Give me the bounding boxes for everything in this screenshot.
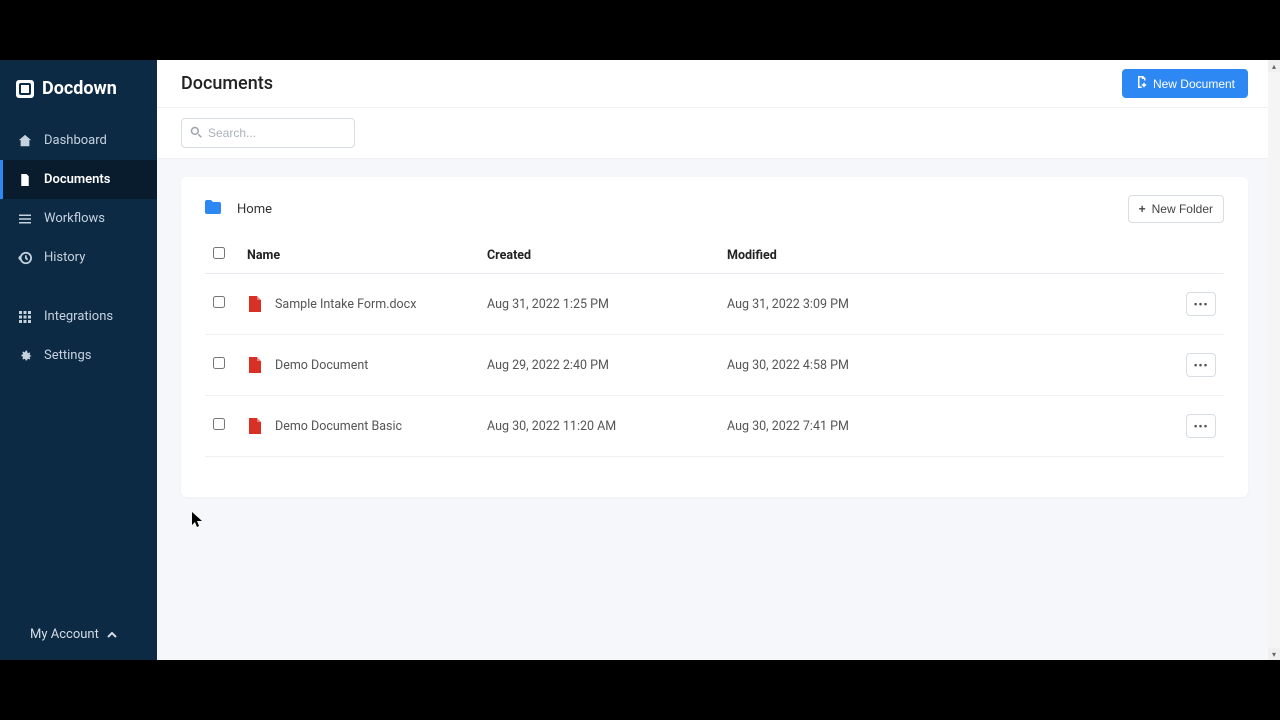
new-folder-label: New Folder: [1152, 202, 1213, 216]
file-name: Sample Intake Form.docx: [275, 297, 416, 312]
breadcrumb[interactable]: Home: [205, 200, 272, 218]
row-actions-button[interactable]: •••: [1186, 353, 1216, 377]
new-document-button[interactable]: New Document: [1122, 69, 1248, 98]
sidebar-item-settings[interactable]: Settings: [0, 336, 157, 375]
sidebar-item-label: Workflows: [44, 211, 105, 226]
row-actions-button[interactable]: •••: [1186, 414, 1216, 438]
my-account-toggle[interactable]: My Account: [0, 613, 157, 660]
pdf-icon: [247, 357, 261, 373]
breadcrumb-root: Home: [237, 202, 272, 217]
main: Documents New Document: [157, 60, 1272, 660]
table-row[interactable]: Demo Document Basic Aug 30, 2022 11:20 A…: [205, 396, 1224, 457]
file-modified: Aug 31, 2022 3:09 PM: [719, 274, 1164, 335]
content-area: Home + New Folder Name Created M: [157, 159, 1272, 660]
pdf-icon: [247, 296, 261, 312]
brand-name: Docdown: [42, 78, 117, 99]
sidebar-item-documents[interactable]: Documents: [0, 160, 157, 199]
documents-table: Name Created Modified: [205, 237, 1224, 457]
home-icon: [18, 134, 32, 148]
column-header-created[interactable]: Created: [479, 237, 719, 274]
column-header-name[interactable]: Name: [239, 237, 479, 274]
sidebar: Docdown Dashboard Documents Workflows: [0, 60, 157, 660]
file-created: Aug 31, 2022 1:25 PM: [479, 274, 719, 335]
scrollbar-track[interactable]: [1268, 72, 1280, 648]
search-box[interactable]: [181, 118, 355, 148]
documents-card: Home + New Folder Name Created M: [181, 177, 1248, 497]
search-input[interactable]: [208, 126, 363, 140]
file-modified: Aug 30, 2022 7:41 PM: [719, 396, 1164, 457]
table-row[interactable]: Sample Intake Form.docx Aug 31, 2022 1:2…: [205, 274, 1224, 335]
scrollbar-up[interactable]: ▴: [1268, 60, 1280, 72]
brand[interactable]: Docdown: [0, 60, 157, 121]
sidebar-item-integrations[interactable]: Integrations: [0, 297, 157, 336]
row-checkbox[interactable]: [213, 357, 225, 369]
file-created: Aug 29, 2022 2:40 PM: [479, 335, 719, 396]
new-document-icon: [1135, 76, 1147, 91]
file-modified: Aug 30, 2022 4:58 PM: [719, 335, 1164, 396]
scrollbar-down[interactable]: ▾: [1268, 648, 1280, 660]
plus-icon: +: [1139, 202, 1146, 216]
column-header-modified[interactable]: Modified: [719, 237, 1164, 274]
workflow-icon: [18, 213, 32, 225]
topbar: Documents New Document: [157, 60, 1272, 108]
folder-icon: [205, 200, 221, 218]
sidebar-item-label: Dashboard: [44, 133, 107, 148]
sidebar-item-label: History: [44, 250, 85, 265]
select-all-checkbox[interactable]: [213, 247, 225, 259]
file-name: Demo Document: [275, 358, 368, 373]
file-name: Demo Document Basic: [275, 419, 402, 434]
sidebar-item-history[interactable]: History: [0, 238, 157, 277]
gear-icon: [18, 349, 32, 362]
file-created: Aug 30, 2022 11:20 AM: [479, 396, 719, 457]
search-icon: [190, 126, 202, 141]
account-label: My Account: [30, 627, 99, 642]
grid-icon: [18, 311, 32, 323]
new-document-label: New Document: [1153, 77, 1235, 91]
searchbar: [157, 108, 1272, 159]
page-title: Documents: [181, 73, 273, 94]
table-row[interactable]: Demo Document Aug 29, 2022 2:40 PM Aug 3…: [205, 335, 1224, 396]
sidebar-item-label: Settings: [44, 348, 91, 363]
breadcrumb-row: Home + New Folder: [181, 189, 1248, 237]
file-icon: [18, 173, 32, 187]
chevron-up-icon: [107, 627, 117, 642]
sidebar-item-label: Integrations: [44, 309, 113, 324]
brand-icon: [16, 80, 34, 98]
nav: Dashboard Documents Workflows History: [0, 121, 157, 375]
sidebar-item-label: Documents: [44, 172, 110, 187]
sidebar-item-dashboard[interactable]: Dashboard: [0, 121, 157, 160]
row-checkbox[interactable]: [213, 418, 225, 430]
pdf-icon: [247, 418, 261, 434]
new-folder-button[interactable]: + New Folder: [1128, 195, 1224, 223]
row-checkbox[interactable]: [213, 296, 225, 308]
row-actions-button[interactable]: •••: [1186, 292, 1216, 316]
history-icon: [18, 251, 32, 265]
sidebar-item-workflows[interactable]: Workflows: [0, 199, 157, 238]
